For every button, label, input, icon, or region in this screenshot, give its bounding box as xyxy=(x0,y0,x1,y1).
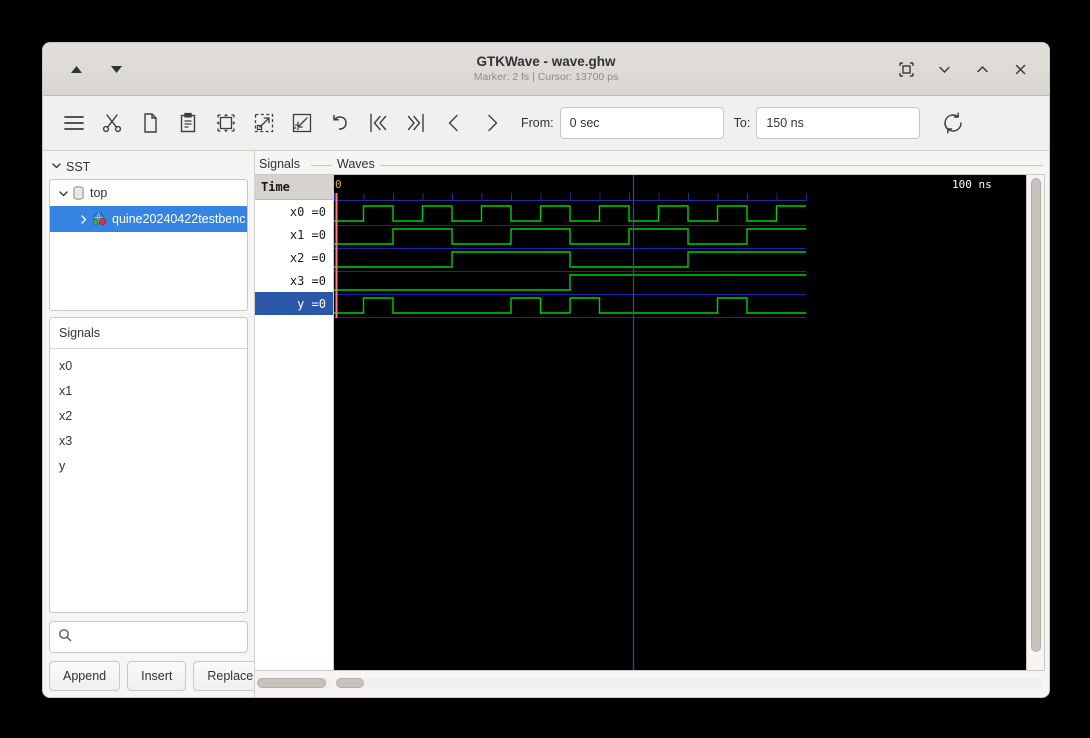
skip-start-icon[interactable] xyxy=(359,104,397,142)
to-label: To: xyxy=(733,116,751,130)
signal-names-list[interactable]: Time x0 =0 x1 =0 x2 =0 x3 =0 y =0 xyxy=(255,174,334,671)
waves-column: Waves 0 100 ns xyxy=(334,151,1049,697)
waves-title: Waves xyxy=(334,157,1045,174)
signal-name-row-x0[interactable]: x0 =0 xyxy=(255,200,333,223)
sst-tree[interactable]: top quine20240422testbenc xyxy=(49,179,248,311)
window-controls xyxy=(895,58,1041,80)
main-toolbar: From: To: xyxy=(43,96,1049,151)
copy-icon[interactable] xyxy=(131,104,169,142)
list-item[interactable]: y xyxy=(50,453,247,478)
scrollbar-thumb[interactable] xyxy=(1030,178,1041,653)
undo-icon[interactable] xyxy=(321,104,359,142)
waves-hscrollbar[interactable] xyxy=(334,675,1045,691)
chevron-right-icon[interactable] xyxy=(473,104,511,142)
instance-icon xyxy=(92,212,107,226)
zoom-in-icon[interactable] xyxy=(245,104,283,142)
scrollbar-track[interactable] xyxy=(257,678,332,688)
signals-list[interactable]: x0 x1 x2 x3 y xyxy=(50,349,247,478)
signal-names-column: Signals Time x0 =0 x1 =0 x2 =0 x3 =0 y =… xyxy=(254,151,334,697)
reload-icon[interactable] xyxy=(934,104,972,142)
signal-names-hscrollbar[interactable] xyxy=(255,675,334,691)
window-titlebar: GTKWave - wave.ghw Marker: 2 fs | Cursor… xyxy=(43,43,1049,96)
signals-panel-header: Signals xyxy=(50,318,247,349)
insert-button[interactable]: Insert xyxy=(127,661,187,691)
marker-cursor-status: Marker: 2 fs | Cursor: 13700 ps xyxy=(473,71,619,84)
chevron-down-icon xyxy=(51,160,62,174)
signal-names-title: Signals xyxy=(255,157,334,174)
module-icon xyxy=(72,186,85,200)
svg-text:0: 0 xyxy=(335,178,342,191)
zoom-out-icon[interactable] xyxy=(283,104,321,142)
scrollbar-track[interactable] xyxy=(336,678,1043,688)
page-title: GTKWave - wave.ghw xyxy=(476,53,616,69)
sst-header[interactable]: SST xyxy=(49,157,248,179)
append-button[interactable]: Append xyxy=(49,661,121,691)
skip-end-icon[interactable] xyxy=(397,104,435,142)
close-icon[interactable] xyxy=(1009,58,1031,80)
tree-item-label: quine20240422testbenc xyxy=(112,212,246,226)
scissors-icon[interactable] xyxy=(93,104,131,142)
list-item[interactable]: x3 xyxy=(50,428,247,453)
list-item[interactable]: x1 xyxy=(50,378,247,403)
signals-panel: Signals x0 x1 x2 x3 y xyxy=(49,317,248,613)
to-input[interactable] xyxy=(756,107,921,139)
list-item[interactable]: x2 xyxy=(50,403,247,428)
hamburger-icon[interactable] xyxy=(55,104,93,142)
action-buttons: Append Insert Replace xyxy=(49,661,268,691)
tree-item-quine20240422testbench[interactable]: quine20240422testbenc xyxy=(50,206,247,232)
signal-name-row-y[interactable]: y =0 xyxy=(255,292,333,315)
main-body: SST top quine20240422testbenc Signals x0… xyxy=(43,151,1049,697)
chevron-right-icon[interactable] xyxy=(76,214,90,225)
svg-text:100 ns: 100 ns xyxy=(952,178,992,191)
zoom-fit-icon[interactable] xyxy=(207,104,245,142)
triangle-up-icon[interactable] xyxy=(63,56,89,82)
waves-vscrollbar[interactable] xyxy=(1026,175,1044,670)
scrollbar-thumb[interactable] xyxy=(257,678,326,688)
signal-name-row-x3[interactable]: x3 =0 xyxy=(255,269,333,292)
list-item[interactable]: x0 xyxy=(50,353,247,378)
search-icon xyxy=(58,628,72,647)
signal-name-row-x2[interactable]: x2 =0 xyxy=(255,246,333,269)
chevron-down-icon[interactable] xyxy=(56,188,70,199)
scrollbar-thumb[interactable] xyxy=(336,678,365,688)
from-label: From: xyxy=(521,116,554,130)
sst-header-label: SST xyxy=(66,159,91,174)
titlebar-nav-group xyxy=(51,56,129,82)
waveform-canvas[interactable]: 0 100 ns xyxy=(334,175,1026,670)
signal-name-row-x1[interactable]: x1 =0 xyxy=(255,223,333,246)
search-box[interactable] xyxy=(49,621,248,653)
chevron-down-icon[interactable] xyxy=(933,58,955,80)
restore-icon[interactable] xyxy=(895,58,917,80)
tree-item-label: top xyxy=(90,186,108,200)
clipboard-icon[interactable] xyxy=(169,104,207,142)
from-input[interactable] xyxy=(559,107,724,139)
triangle-down-icon[interactable] xyxy=(103,56,129,82)
gtkwave-window: GTKWave - wave.ghw Marker: 2 fs | Cursor… xyxy=(42,42,1050,698)
search-input[interactable] xyxy=(78,629,243,645)
tree-item-top[interactable]: top xyxy=(50,180,247,206)
chevron-up-icon[interactable] xyxy=(971,58,993,80)
left-panel: SST top quine20240422testbenc Signals x0… xyxy=(43,151,268,697)
time-column-header: Time xyxy=(255,175,333,200)
waves-outer: 0 100 ns xyxy=(334,174,1045,671)
chevron-left-icon[interactable] xyxy=(435,104,473,142)
